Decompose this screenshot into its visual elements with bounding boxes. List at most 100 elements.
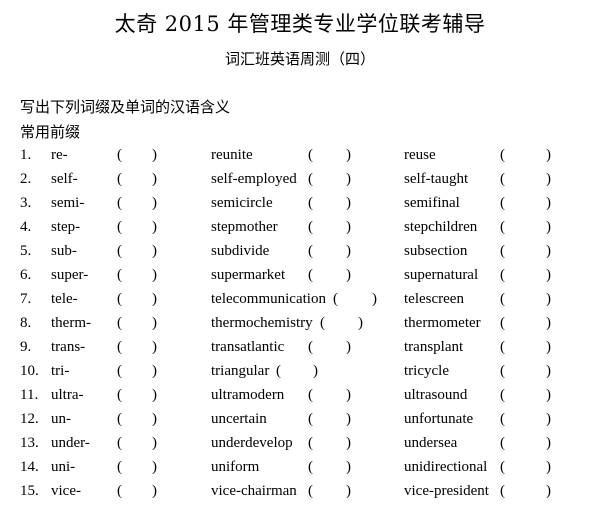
answer-blank-close[interactable]: ) — [546, 313, 551, 333]
answer-blank-open[interactable]: ( — [117, 217, 122, 237]
answer-blank-open[interactable]: ( — [320, 313, 325, 333]
answer-blank-open[interactable]: ( — [308, 265, 313, 285]
answer-blank-close[interactable]: ) — [346, 337, 351, 357]
answer-blank-open[interactable]: ( — [500, 145, 505, 165]
answer-blank-open[interactable]: ( — [117, 265, 122, 285]
answer-blank-close[interactable]: ) — [546, 145, 551, 165]
prefix-term: therm- — [51, 315, 91, 331]
answer-blank-open[interactable]: ( — [500, 289, 505, 309]
answer-blank-open[interactable]: ( — [117, 169, 122, 189]
answer-blank-open[interactable]: ( — [500, 481, 505, 501]
answer-blank-open[interactable]: ( — [117, 409, 122, 429]
answer-blank-close[interactable]: ) — [546, 385, 551, 405]
answer-blank-close[interactable]: ) — [346, 193, 351, 213]
answer-blank-open[interactable]: ( — [308, 241, 313, 261]
answer-blank-open[interactable]: ( — [308, 337, 313, 357]
answer-blank-close[interactable]: ) — [152, 217, 157, 237]
answer-blank-open[interactable]: ( — [117, 385, 122, 405]
answer-blank-open[interactable]: ( — [500, 361, 505, 381]
answer-blank-close[interactable]: ) — [152, 145, 157, 165]
answer-blank-close[interactable]: ) — [152, 241, 157, 261]
answer-blank-open[interactable]: ( — [500, 193, 505, 213]
answer-blank-close[interactable]: ) — [546, 409, 551, 429]
answer-blank-close[interactable]: ) — [546, 289, 551, 309]
answer-blank-open[interactable]: ( — [500, 409, 505, 429]
answer-blank-close[interactable]: ) — [346, 385, 351, 405]
answer-blank-close[interactable]: ) — [546, 265, 551, 285]
answer-blank-close[interactable]: ) — [152, 265, 157, 285]
answer-blank-open[interactable]: ( — [117, 337, 122, 357]
answer-blank-open[interactable]: ( — [333, 289, 338, 309]
example-word-1: transatlantic — [211, 339, 285, 355]
answer-blank-open[interactable]: ( — [308, 145, 313, 165]
answer-blank-close[interactable]: ) — [346, 241, 351, 261]
answer-blank-open[interactable]: ( — [117, 457, 122, 477]
answer-blank-close[interactable]: ) — [152, 361, 157, 381]
answer-blank-close[interactable]: ) — [152, 481, 157, 501]
answer-blank-open[interactable]: ( — [500, 337, 505, 357]
answer-blank-close[interactable]: ) — [346, 217, 351, 237]
answer-blank-close[interactable]: ) — [546, 481, 551, 501]
answer-blank-close[interactable]: ) — [152, 409, 157, 429]
answer-blank-close[interactable]: ) — [546, 337, 551, 357]
answer-blank-open[interactable]: ( — [308, 385, 313, 405]
answer-blank-open[interactable]: ( — [308, 217, 313, 237]
answer-blank-close[interactable]: ) — [346, 265, 351, 285]
answer-blank-open[interactable]: ( — [500, 169, 505, 189]
prefix-term: under- — [51, 435, 90, 451]
example-word-1: telecommunication — [211, 291, 326, 307]
answer-blank-open[interactable]: ( — [117, 313, 122, 333]
answer-blank-close[interactable]: ) — [546, 241, 551, 261]
item-number: 14. — [20, 459, 39, 475]
answer-blank-close[interactable]: ) — [152, 337, 157, 357]
answer-blank-open[interactable]: ( — [500, 313, 505, 333]
answer-blank-open[interactable]: ( — [500, 385, 505, 405]
prefix-term: super- — [51, 267, 89, 283]
answer-blank-open[interactable]: ( — [308, 193, 313, 213]
answer-blank-open[interactable]: ( — [117, 289, 122, 309]
answer-blank-close[interactable]: ) — [346, 433, 351, 453]
answer-blank-close[interactable]: ) — [346, 145, 351, 165]
answer-blank-close[interactable]: ) — [346, 457, 351, 477]
answer-blank-close[interactable]: ) — [346, 481, 351, 501]
answer-blank-open[interactable]: ( — [308, 481, 313, 501]
example-word-1: supermarket — [211, 267, 286, 283]
answer-blank-close[interactable]: ) — [346, 409, 351, 429]
prefix-term: vice- — [51, 483, 81, 499]
answer-blank-open[interactable]: ( — [308, 169, 313, 189]
answer-blank-close[interactable]: ) — [313, 361, 318, 381]
answer-blank-close[interactable]: ) — [152, 433, 157, 453]
answer-blank-open[interactable]: ( — [500, 241, 505, 261]
answer-blank-close[interactable]: ) — [546, 217, 551, 237]
answer-blank-close[interactable]: ) — [152, 385, 157, 405]
answer-blank-close[interactable]: ) — [346, 169, 351, 189]
answer-blank-open[interactable]: ( — [117, 361, 122, 381]
answer-blank-open[interactable]: ( — [276, 361, 281, 381]
answer-blank-open[interactable]: ( — [117, 481, 122, 501]
answer-blank-close[interactable]: ) — [546, 361, 551, 381]
answer-blank-open[interactable]: ( — [308, 409, 313, 429]
answer-blank-close[interactable]: ) — [152, 289, 157, 309]
answer-blank-open[interactable]: ( — [117, 241, 122, 261]
answer-blank-open[interactable]: ( — [500, 457, 505, 477]
answer-blank-close[interactable]: ) — [152, 169, 157, 189]
answer-blank-close[interactable]: ) — [152, 193, 157, 213]
answer-blank-open[interactable]: ( — [500, 265, 505, 285]
answer-blank-open[interactable]: ( — [500, 217, 505, 237]
answer-blank-close[interactable]: ) — [358, 313, 363, 333]
item-number: 3. — [20, 195, 32, 211]
answer-blank-open[interactable]: ( — [117, 145, 122, 165]
answer-blank-close[interactable]: ) — [546, 169, 551, 189]
answer-blank-open[interactable]: ( — [308, 457, 313, 477]
answer-blank-open[interactable]: ( — [117, 193, 122, 213]
answer-blank-open[interactable]: ( — [308, 433, 313, 453]
answer-blank-close[interactable]: ) — [546, 457, 551, 477]
answer-blank-close[interactable]: ) — [372, 289, 377, 309]
answer-blank-close[interactable]: ) — [546, 433, 551, 453]
answer-blank-close[interactable]: ) — [152, 457, 157, 477]
prefix-term: uni- — [51, 459, 76, 475]
answer-blank-close[interactable]: ) — [546, 193, 551, 213]
answer-blank-open[interactable]: ( — [500, 433, 505, 453]
answer-blank-close[interactable]: ) — [152, 313, 157, 333]
answer-blank-open[interactable]: ( — [117, 433, 122, 453]
